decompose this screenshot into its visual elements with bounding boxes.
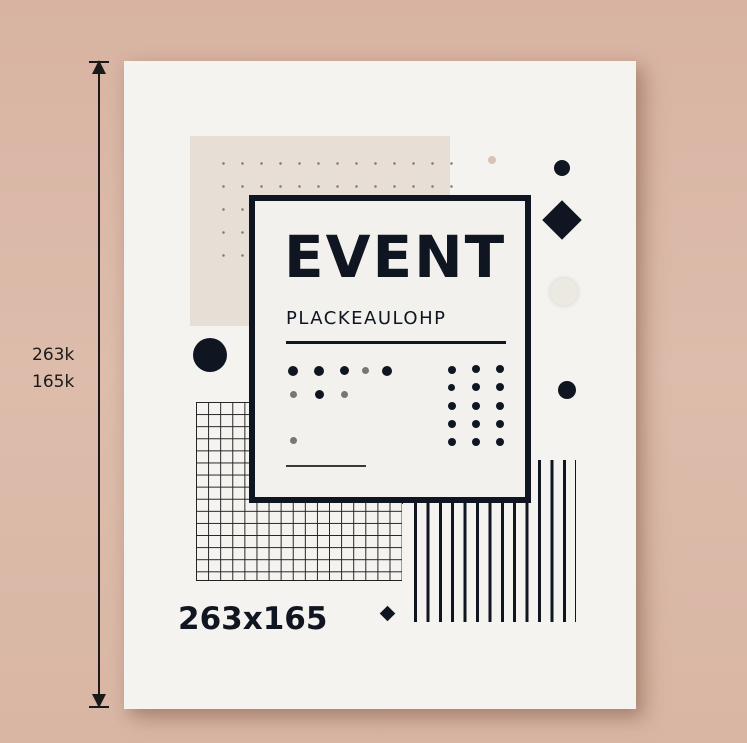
- frame-dot: [472, 402, 480, 410]
- frame-dot: [496, 420, 504, 428]
- frame-dot: [496, 438, 504, 446]
- dimension-label-2: 165k: [32, 372, 75, 392]
- frame-dot: [472, 383, 480, 391]
- frame-dot: [290, 391, 297, 398]
- bottom-rule: [286, 465, 366, 467]
- poster-subtitle: PLACKEAULOHP: [286, 308, 447, 329]
- dimension-cap-bottom: [89, 706, 109, 708]
- frame-dot: [496, 383, 504, 391]
- frame-dot: [314, 366, 324, 376]
- frame-dot: [340, 366, 349, 375]
- frame-dot: [448, 420, 456, 428]
- frame-dot: [315, 390, 324, 399]
- dimension-cap-top: [89, 61, 109, 63]
- frame-dot: [472, 438, 480, 446]
- frame-dot: [472, 365, 480, 373]
- circle-icon: [554, 160, 570, 176]
- frame-dot: [496, 402, 504, 410]
- frame-dot: [288, 366, 298, 376]
- dimension-label-1: 263k: [32, 345, 75, 365]
- frame-dot: [382, 366, 392, 376]
- title-rule: [286, 341, 506, 344]
- circle-icon: [193, 338, 227, 372]
- frame-dot: [496, 365, 504, 373]
- frame-dot: [290, 437, 297, 444]
- circle-icon: [488, 156, 496, 164]
- frame-dot: [362, 367, 369, 374]
- circle-icon: [550, 278, 578, 306]
- poster-title: EVENT: [284, 223, 507, 291]
- frame-dot: [472, 420, 480, 428]
- frame-dot: [448, 366, 456, 374]
- size-label: 263x165: [178, 601, 328, 637]
- frame-dot: [448, 402, 456, 410]
- circle-icon: [558, 381, 576, 399]
- frame-dot: [448, 384, 455, 391]
- frame-dot: [341, 391, 348, 398]
- frame-dot: [448, 438, 456, 446]
- dimension-line: [98, 62, 100, 707]
